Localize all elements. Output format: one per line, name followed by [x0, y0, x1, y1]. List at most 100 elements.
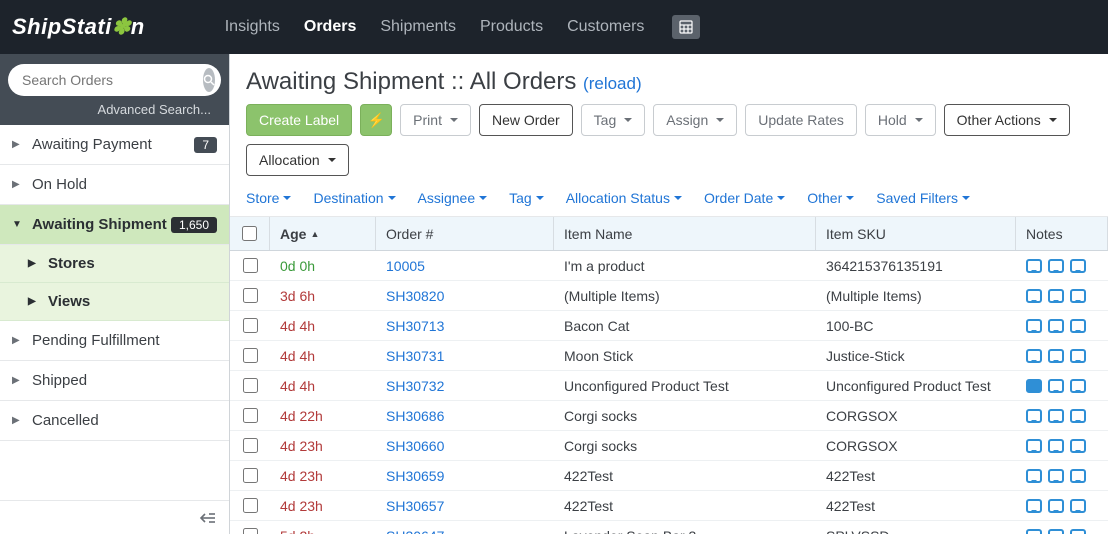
header-notes[interactable]: Notes	[1016, 217, 1108, 250]
filter-saved-filters[interactable]: Saved Filters	[876, 190, 970, 206]
row-checkbox[interactable]	[243, 258, 258, 273]
note-bubble-icon[interactable]	[1070, 529, 1086, 534]
topnav-link-orders[interactable]: Orders	[304, 18, 356, 36]
sidebar-item-on-hold[interactable]: ▶On Hold	[0, 165, 229, 205]
sidebar-item-awaiting-payment[interactable]: ▶Awaiting Payment7	[0, 125, 229, 165]
sidebar-item-cancelled[interactable]: ▶Cancelled	[0, 401, 229, 441]
note-bubble-icon[interactable]	[1048, 529, 1064, 534]
note-bubble-icon[interactable]	[1048, 439, 1064, 453]
cell-order-link[interactable]: SH30660	[376, 431, 554, 460]
note-bubble-icon[interactable]	[1048, 289, 1064, 303]
topnav-link-customers[interactable]: Customers	[567, 18, 644, 36]
header-sku[interactable]: Item SKU	[816, 217, 1016, 250]
cell-order-link[interactable]: SH30713	[376, 311, 554, 340]
header-order[interactable]: Order #	[376, 217, 554, 250]
sidebar-item-pending-fulfillment[interactable]: ▶Pending Fulfillment	[0, 321, 229, 361]
brand-logo[interactable]: ShipStati✽n	[12, 14, 145, 40]
note-bubble-icon[interactable]	[1026, 409, 1042, 423]
search-icon[interactable]	[203, 68, 215, 92]
search-input[interactable]	[22, 72, 203, 88]
filter-other[interactable]: Other	[807, 190, 854, 206]
row-checkbox[interactable]	[243, 498, 258, 513]
table-row[interactable]: 4d 22hSH30686Corgi socksCORGSOX	[230, 401, 1108, 431]
note-bubble-icon[interactable]	[1070, 289, 1086, 303]
note-bubble-icon[interactable]	[1070, 469, 1086, 483]
filter-assignee[interactable]: Assignee	[418, 190, 488, 206]
cell-order-link[interactable]: SH30659	[376, 461, 554, 490]
row-checkbox[interactable]	[243, 438, 258, 453]
header-age[interactable]: Age ▲	[270, 217, 376, 250]
new-order-button[interactable]: New Order	[479, 104, 573, 136]
collapse-sidebar-icon[interactable]	[0, 500, 229, 534]
row-checkbox[interactable]	[243, 408, 258, 423]
note-bubble-icon[interactable]	[1070, 349, 1086, 363]
advanced-search-link[interactable]: Advanced Search...	[8, 96, 221, 119]
cell-order-link[interactable]: 10005	[376, 251, 554, 280]
tag-button[interactable]: Tag	[581, 104, 646, 136]
note-bubble-icon[interactable]	[1070, 259, 1086, 273]
hold-button[interactable]: Hold	[865, 104, 936, 136]
row-checkbox[interactable]	[243, 468, 258, 483]
quick-ship-button[interactable]: ⚡	[360, 104, 392, 136]
note-bubble-icon[interactable]	[1070, 409, 1086, 423]
note-bubble-icon[interactable]	[1026, 379, 1042, 393]
table-row[interactable]: 4d 23hSH30657422Test422Test	[230, 491, 1108, 521]
cell-order-link[interactable]: SH30686	[376, 401, 554, 430]
row-checkbox[interactable]	[243, 528, 258, 534]
note-bubble-icon[interactable]	[1026, 439, 1042, 453]
topnav-link-insights[interactable]: Insights	[225, 18, 280, 36]
note-bubble-icon[interactable]	[1048, 409, 1064, 423]
select-all-checkbox[interactable]	[242, 226, 257, 241]
update-rates-button[interactable]: Update Rates	[745, 104, 857, 136]
note-bubble-icon[interactable]	[1048, 349, 1064, 363]
note-bubble-icon[interactable]	[1026, 349, 1042, 363]
header-item[interactable]: Item Name	[554, 217, 816, 250]
row-checkbox[interactable]	[243, 288, 258, 303]
table-row[interactable]: 5d 2hSH30647Lavender Soap Bar 3SPLVSSD	[230, 521, 1108, 534]
note-bubble-icon[interactable]	[1048, 499, 1064, 513]
note-bubble-icon[interactable]	[1026, 289, 1042, 303]
sidebar-sub-stores[interactable]: ▶Stores	[0, 245, 229, 283]
table-row[interactable]: 0d 0h10005I'm a product364215376135191	[230, 251, 1108, 281]
note-bubble-icon[interactable]	[1048, 259, 1064, 273]
note-bubble-icon[interactable]	[1026, 469, 1042, 483]
allocation-button[interactable]: Allocation	[246, 144, 349, 176]
note-bubble-icon[interactable]	[1048, 469, 1064, 483]
filter-destination[interactable]: Destination	[313, 190, 395, 206]
filter-store[interactable]: Store	[246, 190, 291, 206]
table-row[interactable]: 4d 4hSH30732Unconfigured Product TestUnc…	[230, 371, 1108, 401]
table-row[interactable]: 4d 4hSH30731Moon StickJustice-Stick	[230, 341, 1108, 371]
print-button[interactable]: Print	[400, 104, 471, 136]
cell-order-link[interactable]: SH30820	[376, 281, 554, 310]
filter-allocation-status[interactable]: Allocation Status	[566, 190, 682, 206]
filter-tag[interactable]: Tag	[509, 190, 544, 206]
table-row[interactable]: 4d 23hSH30660Corgi socksCORGSOX	[230, 431, 1108, 461]
topnav-link-shipments[interactable]: Shipments	[380, 18, 456, 36]
table-row[interactable]: 4d 4hSH30713Bacon Cat100-BC	[230, 311, 1108, 341]
topnav-link-products[interactable]: Products	[480, 18, 543, 36]
calculator-icon[interactable]	[672, 15, 700, 39]
cell-order-link[interactable]: SH30657	[376, 491, 554, 520]
reload-link[interactable]: (reload)	[583, 74, 642, 93]
note-bubble-icon[interactable]	[1048, 379, 1064, 393]
note-bubble-icon[interactable]	[1048, 319, 1064, 333]
note-bubble-icon[interactable]	[1026, 319, 1042, 333]
note-bubble-icon[interactable]	[1026, 499, 1042, 513]
sidebar-sub-views[interactable]: ▶Views	[0, 283, 229, 321]
note-bubble-icon[interactable]	[1070, 379, 1086, 393]
cell-order-link[interactable]: SH30731	[376, 341, 554, 370]
row-checkbox[interactable]	[243, 378, 258, 393]
note-bubble-icon[interactable]	[1070, 439, 1086, 453]
table-row[interactable]: 3d 6hSH30820(Multiple Items)(Multiple It…	[230, 281, 1108, 311]
sidebar-item-shipped[interactable]: ▶Shipped	[0, 361, 229, 401]
note-bubble-icon[interactable]	[1026, 259, 1042, 273]
row-checkbox[interactable]	[243, 348, 258, 363]
sidebar-item-awaiting-shipment[interactable]: ▼Awaiting Shipment1,650	[0, 205, 229, 245]
note-bubble-icon[interactable]	[1026, 529, 1042, 534]
table-row[interactable]: 4d 23hSH30659422Test422Test	[230, 461, 1108, 491]
row-checkbox[interactable]	[243, 318, 258, 333]
note-bubble-icon[interactable]	[1070, 319, 1086, 333]
cell-order-link[interactable]: SH30732	[376, 371, 554, 400]
create-label-button[interactable]: Create Label	[246, 104, 352, 136]
cell-order-link[interactable]: SH30647	[376, 521, 554, 534]
